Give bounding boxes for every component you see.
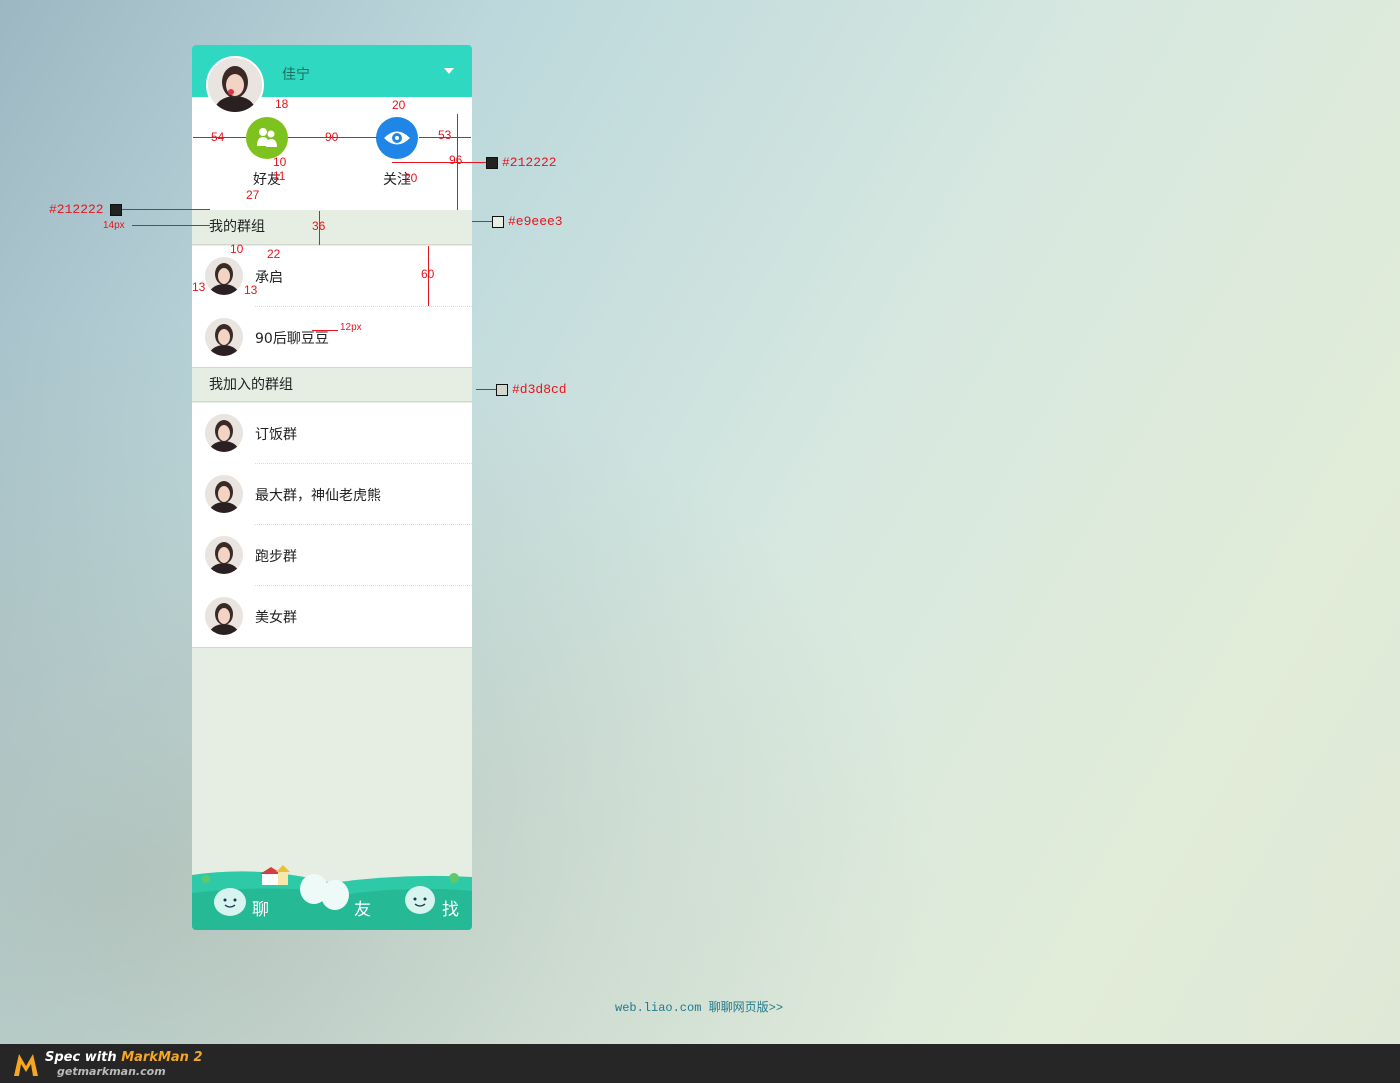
measure-label: 13 [244,283,258,297]
font-size-annotation: 14px [103,220,125,231]
group-avatar [205,536,243,574]
measure-label: 13 [192,280,206,294]
group-avatar [205,475,243,513]
measure-label: 27 [246,188,260,202]
markman-logo-icon [14,1054,38,1076]
group-name: 承启 [255,270,283,286]
user-avatar[interactable] [206,56,264,114]
group-name: 最大群，神仙老虎熊 [255,488,381,504]
list-item[interactable]: 最大群，神仙老虎熊 [192,464,472,525]
group-name: 美女群 [255,610,297,626]
leader-line [132,225,210,226]
footer-illustration [192,865,472,930]
group-avatar [205,597,243,635]
tab-find[interactable]: 找 [442,895,459,920]
leader-line [312,330,338,331]
leader-line [476,389,496,390]
friends-icon[interactable] [246,117,288,159]
measure-label: 11 [273,169,286,183]
measure-label: 18 [275,97,289,111]
tab-chat[interactable]: 聊 [252,895,269,920]
group-avatar [205,318,243,356]
group-avatar [205,414,243,452]
joined-groups-list: 订饭群 最大群，神仙老虎熊 跑步群 美女群 [192,403,472,648]
measure-label: 60 [421,267,435,281]
group-name: 订饭群 [255,427,297,443]
measure-label: 20 [404,171,418,185]
color-swatch [492,216,504,228]
color-swatch [486,157,498,169]
leader-line [472,221,492,222]
measure-label: 90 [325,130,339,144]
group-avatar [205,257,243,295]
tab-friends[interactable]: 友 [354,895,371,920]
measure-label: 10 [230,242,244,256]
markman-brand: MarkMan 2 [121,1050,203,1065]
measure-label: 54 [211,130,225,144]
markman-url[interactable]: getmarkman.com [57,1065,166,1078]
color-annotation: #d3d8cd [512,382,567,397]
section-joined-groups: 我加入的群组 [192,367,472,402]
chat-panel: 佳宁 好友 关注 我的群组 承启 90后聊豆豆 我加入的群组 订饭群 最大群，神… [192,45,472,930]
eye-icon[interactable] [376,117,418,159]
color-annotation: #212222 [502,155,557,170]
markman-prefix: Spec with [45,1050,122,1065]
measure-label: 36 [312,219,326,233]
measure-label: 10 [273,155,287,169]
bottom-nav: 聊 友 找 [192,865,472,930]
list-item[interactable]: 90后聊豆豆 [192,307,472,368]
section-my-groups: 我的群组 [192,210,472,245]
username[interactable]: 佳宁 [282,64,310,84]
group-name: 90后聊豆豆 [255,331,329,347]
list-item[interactable]: 订饭群 [192,403,472,464]
measure-label: 96 [449,153,463,167]
color-swatch [496,384,508,396]
markman-bar: Spec with MarkMan 2 getmarkman.com [0,1044,1400,1083]
dropdown-arrow-icon[interactable] [444,68,454,74]
leader-line [392,162,486,163]
list-item[interactable]: 美女群 [192,586,472,647]
markman-title: Spec with MarkMan 2 [45,1050,203,1065]
list-item[interactable]: 跑步群 [192,525,472,586]
group-name: 跑步群 [255,549,297,565]
color-swatch [110,204,122,216]
measure-label: 20 [392,98,406,112]
leader-line [122,209,210,210]
measure-label: 53 [438,128,452,142]
web-version-link[interactable]: web.liao.com 聊聊网页版>> [615,998,783,1015]
color-annotation: #e9eee3 [508,214,563,229]
font-size-annotation: 12px [340,322,362,333]
color-annotation: #212222 [49,202,104,217]
measure-label: 22 [267,247,281,261]
my-groups-list: 承启 90后聊豆豆 [192,246,472,368]
